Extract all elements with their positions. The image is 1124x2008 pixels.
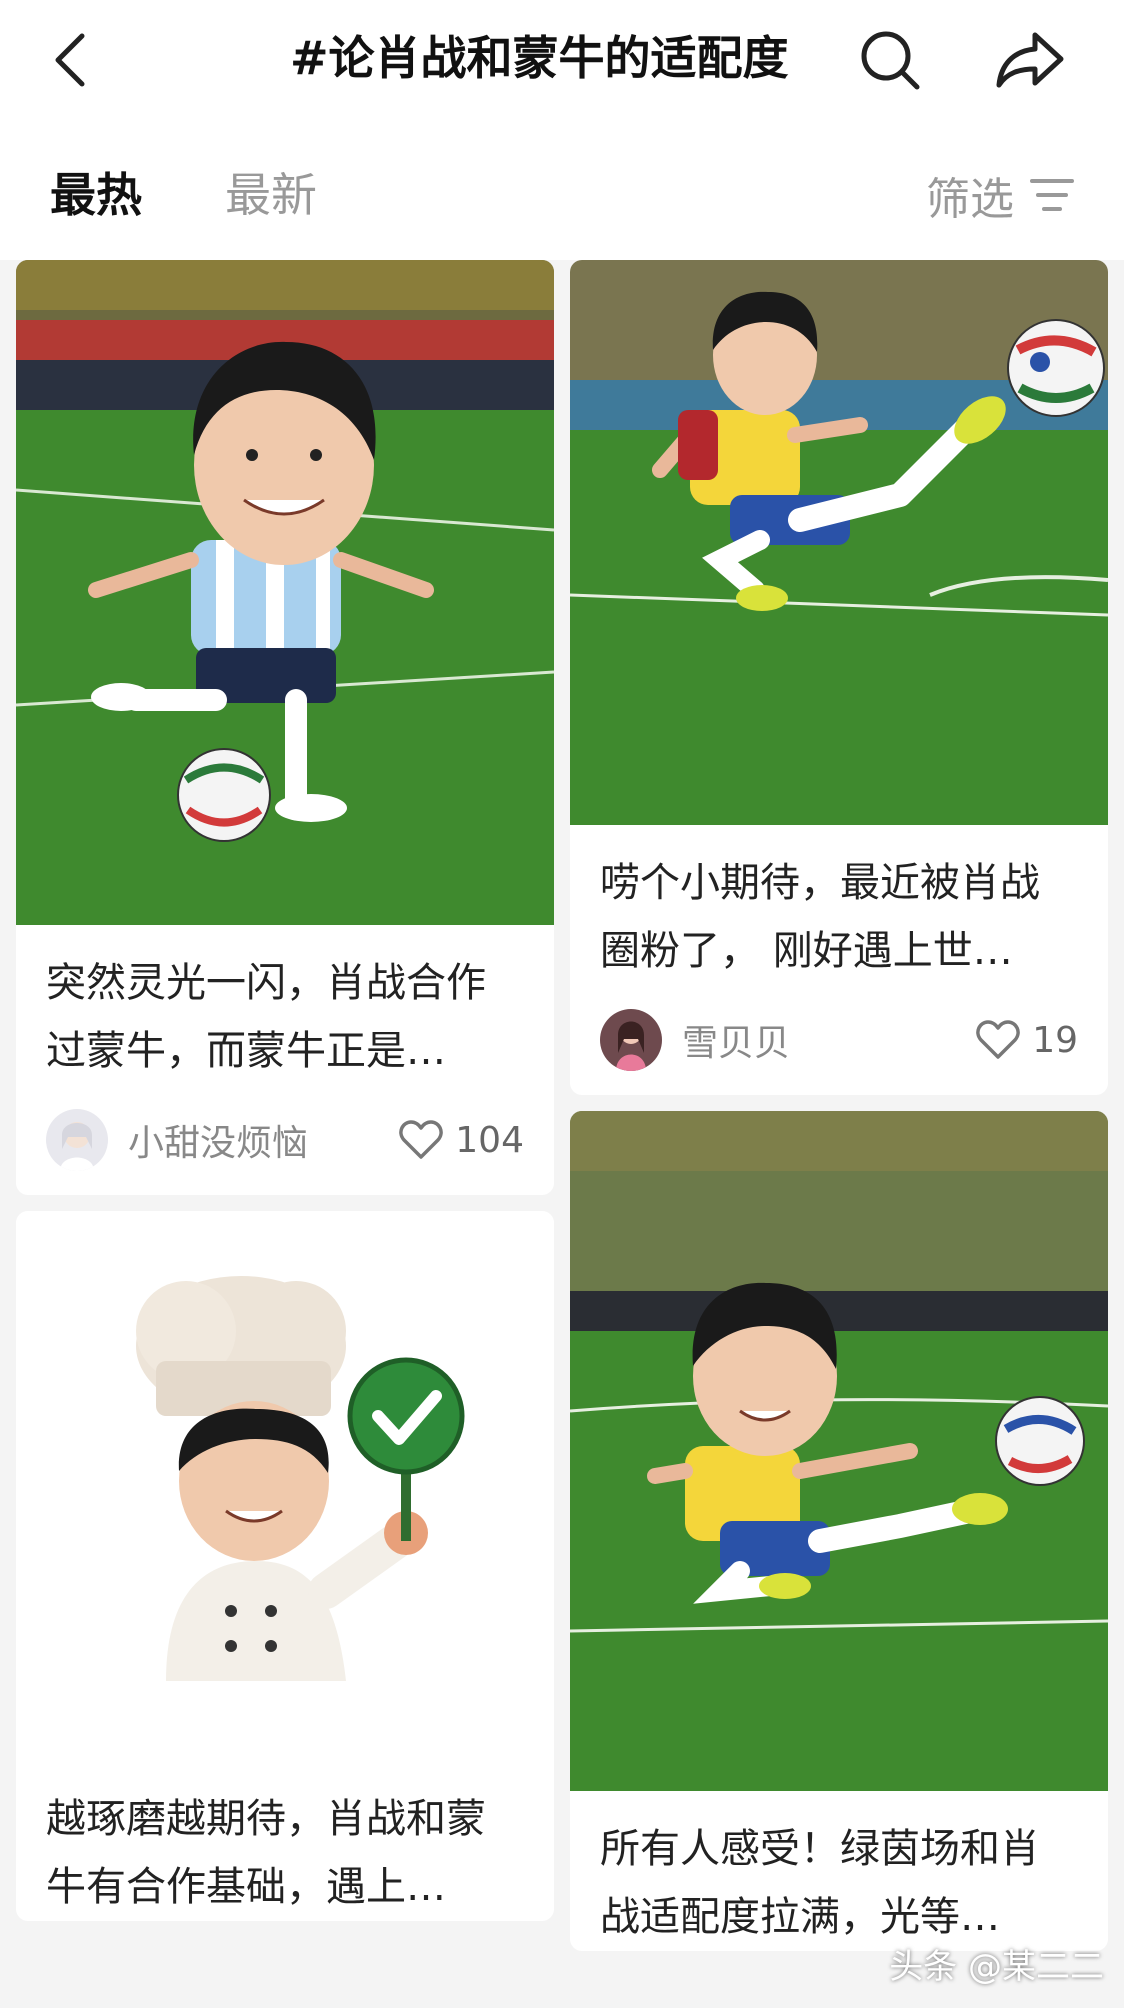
like-count: 104 xyxy=(455,1119,524,1161)
share-arrow-icon xyxy=(996,32,1064,88)
post-image xyxy=(570,260,1108,825)
post-meta: 雪贝贝 19 xyxy=(570,985,1108,1095)
post-image xyxy=(570,1111,1108,1791)
post-card[interactable]: 所有人感受！绿茵场和肖战适配度拉满，光等… xyxy=(570,1111,1108,1951)
post-card[interactable]: 越琢磨越期待，肖战和蒙牛有合作基础，遇上… xyxy=(16,1211,554,1921)
page-title: #论肖战和蒙牛的适配度 xyxy=(290,31,789,85)
like-button[interactable]: 104 xyxy=(399,1120,524,1161)
avatar[interactable] xyxy=(600,1009,662,1071)
chevron-left-icon xyxy=(55,33,85,87)
feed-column-left: 突然灵光一闪，肖战合作过蒙牛，而蒙牛正是… 小甜没烦恼 104 越琢磨越期待，肖… xyxy=(16,260,554,1937)
filter-button[interactable]: 筛选 xyxy=(926,160,1074,230)
share-button[interactable] xyxy=(990,22,1070,98)
post-image xyxy=(16,1211,554,1761)
chef-illustration xyxy=(16,1211,554,1761)
post-card[interactable]: 突然灵光一闪，肖战合作过蒙牛，而蒙牛正是… 小甜没烦恼 104 xyxy=(16,260,554,1195)
football-player-illustration xyxy=(570,1111,1108,1791)
back-button[interactable] xyxy=(50,20,110,100)
post-meta: 小甜没烦恼 104 xyxy=(16,1085,554,1195)
like-count: 19 xyxy=(1032,1019,1078,1061)
tab-hottest[interactable]: 最热 xyxy=(50,160,142,230)
author-name[interactable]: 小甜没烦恼 xyxy=(128,1114,399,1166)
author-name[interactable]: 雪贝贝 xyxy=(682,1014,976,1066)
like-button[interactable]: 19 xyxy=(976,1020,1078,1061)
search-icon xyxy=(861,31,920,90)
heart-icon xyxy=(399,1120,444,1159)
filter-lines-icon xyxy=(1030,179,1074,211)
post-title: 越琢磨越期待，肖战和蒙牛有合作基础，遇上… xyxy=(46,1796,486,1910)
post-title: 突然灵光一闪，肖战合作过蒙牛，而蒙牛正是… xyxy=(46,960,486,1074)
post-card[interactable]: 唠个小期待，最近被肖战圈粉了， 刚好遇上世… 雪贝贝 19 xyxy=(570,260,1108,1095)
search-button[interactable] xyxy=(850,22,930,98)
heart-icon xyxy=(976,1020,1020,1059)
post-title: 唠个小期待，最近被肖战圈粉了， 刚好遇上世… xyxy=(600,860,1040,974)
watermark: 头条 @某二二 xyxy=(889,1947,1104,1987)
avatar[interactable] xyxy=(46,1109,108,1171)
sort-tabs: 最热 最新 筛选 xyxy=(0,150,1124,240)
top-bar: #论肖战和蒙牛的适配度 xyxy=(0,0,1124,120)
football-player-illustration xyxy=(570,260,1108,825)
feed-column-right: 唠个小期待，最近被肖战圈粉了， 刚好遇上世… 雪贝贝 19 所有人感受！绿茵场和… xyxy=(570,260,1108,1967)
tab-newest[interactable]: 最新 xyxy=(225,160,317,230)
post-feed: 突然灵光一闪，肖战合作过蒙牛，而蒙牛正是… 小甜没烦恼 104 越琢磨越期待，肖… xyxy=(0,260,1124,2008)
football-player-illustration xyxy=(16,260,554,925)
post-title: 所有人感受！绿茵场和肖战适配度拉满，光等… xyxy=(600,1826,1040,1940)
filter-label: 筛选 xyxy=(926,174,1014,225)
post-image xyxy=(16,260,554,925)
